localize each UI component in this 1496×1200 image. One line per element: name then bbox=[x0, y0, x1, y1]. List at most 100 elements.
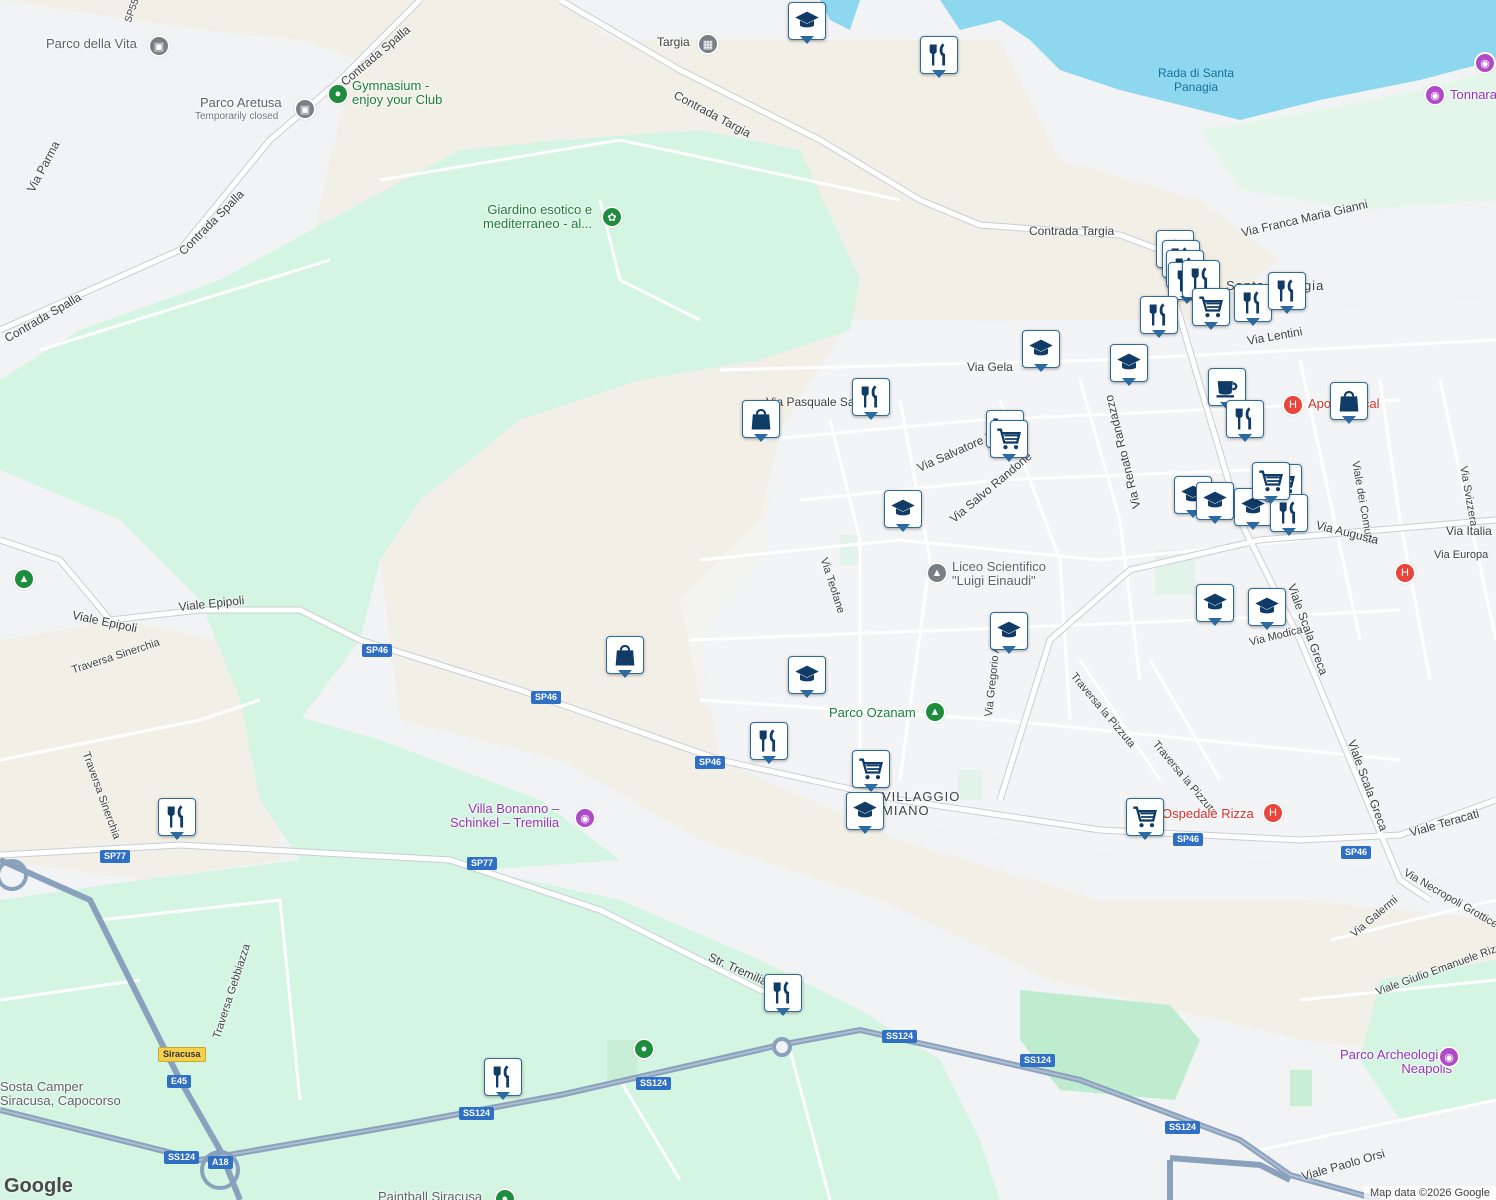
shield-sp46-e: SP46 bbox=[1341, 846, 1372, 859]
poi-hospital-east-icon[interactable]: H bbox=[1394, 562, 1416, 584]
map-marker-school[interactable] bbox=[990, 612, 1028, 656]
map-marker-school[interactable] bbox=[1248, 588, 1286, 632]
grocery-icon bbox=[1131, 803, 1159, 831]
school-icon bbox=[995, 617, 1023, 645]
map-marker-shopping[interactable] bbox=[1330, 382, 1368, 426]
restaurant-icon bbox=[1273, 277, 1301, 305]
map-marker-restaurant[interactable] bbox=[750, 722, 788, 766]
park-small-4 bbox=[1290, 1070, 1312, 1106]
map-marker-school[interactable] bbox=[1196, 482, 1234, 526]
shield-sp46-b: SP46 bbox=[531, 691, 562, 704]
school-icon bbox=[1201, 589, 1229, 617]
map-marker-restaurant[interactable] bbox=[484, 1058, 522, 1102]
map-marker-school[interactable] bbox=[1110, 344, 1148, 388]
map-canvas[interactable]: Targia Contrada Targia Contrada Targia R… bbox=[0, 0, 1496, 1200]
sign-siracusa: Siracusa bbox=[158, 1047, 206, 1062]
label-giardino-esotico: Giardino esotico e mediterraneo - al... bbox=[483, 202, 593, 231]
school-icon bbox=[793, 661, 821, 689]
school-icon bbox=[889, 495, 917, 523]
restaurant-icon bbox=[1239, 289, 1267, 317]
grocery-icon bbox=[857, 755, 885, 783]
map-marker-grocery[interactable] bbox=[1126, 798, 1164, 842]
grocery-icon bbox=[1197, 293, 1225, 321]
label-ospedale-rizza: Ospedale Rizza bbox=[1162, 806, 1254, 821]
poi-park-west-icon[interactable]: ▲ bbox=[13, 568, 35, 590]
map-attribution: Map data ©2026 Google bbox=[1363, 1186, 1496, 1200]
map-marker-grocery[interactable] bbox=[852, 750, 890, 794]
map-marker-restaurant[interactable] bbox=[1226, 400, 1264, 444]
map-marker-restaurant[interactable] bbox=[764, 974, 802, 1018]
poi-ospedale-rizza-icon[interactable]: H bbox=[1262, 802, 1284, 824]
label-gymnasium: Gymnasium - enjoy your Club bbox=[352, 78, 443, 107]
shield-sp46-d: SP46 bbox=[1173, 833, 1204, 846]
label-rada-santa-panagia: Rada di Santa Panagia bbox=[1158, 66, 1235, 94]
poi-gymnasium-icon[interactable]: ● bbox=[327, 83, 349, 105]
poi-giardino-icon[interactable]: ✿ bbox=[601, 206, 623, 228]
shield-a18: A18 bbox=[208, 1156, 233, 1169]
poi-apo-medical-icon[interactable]: H bbox=[1282, 394, 1304, 416]
label-contrada-targia-2: Contrada Targia bbox=[1029, 224, 1115, 238]
map-marker-school[interactable] bbox=[846, 792, 884, 836]
cafe-icon bbox=[1213, 373, 1241, 401]
poi-villa-bonanno-icon[interactable]: ◉ bbox=[574, 807, 596, 829]
label-parco-aretusa: Parco Aretusa bbox=[200, 95, 282, 110]
map-marker-shopping[interactable] bbox=[606, 636, 644, 680]
restaurant-icon bbox=[1231, 405, 1259, 433]
poi-liceo-icon[interactable]: ▲ bbox=[926, 562, 948, 584]
map-marker-school[interactable] bbox=[884, 490, 922, 534]
map-marker-restaurant[interactable] bbox=[1140, 296, 1178, 340]
label-via-europa: Via Europa bbox=[1434, 549, 1489, 561]
poi-parco-della-vita-icon[interactable]: ▣ bbox=[148, 35, 170, 57]
map-marker-school[interactable] bbox=[1022, 330, 1060, 374]
shopping-icon bbox=[1335, 387, 1363, 415]
restaurant-icon bbox=[925, 41, 953, 69]
shield-ss124-f: SS124 bbox=[1165, 1121, 1201, 1134]
grocery-icon bbox=[1257, 467, 1285, 495]
map-marker-school[interactable] bbox=[788, 2, 826, 46]
label-liceo-einaudi: Liceo Scientifico "Luigi Einaudi" bbox=[952, 559, 1046, 588]
poi-parco-ozanam-icon[interactable]: ▲ bbox=[924, 701, 946, 723]
poi-parco-aretusa-icon[interactable]: ▣ bbox=[294, 98, 316, 120]
map-marker-grocery[interactable] bbox=[1192, 288, 1230, 332]
label-via-gela: Via Gela bbox=[967, 360, 1013, 374]
label-parco-archeologico-neapolis: Parco Archeologico Neapolis bbox=[1340, 1047, 1453, 1076]
label-paintball-siracusa: Paintball Siracusa bbox=[378, 1189, 483, 1200]
school-icon bbox=[1115, 349, 1143, 377]
map-marker-shopping[interactable] bbox=[742, 400, 780, 444]
map-marker-restaurant[interactable] bbox=[158, 798, 196, 842]
label-tonnara: Tonnara bbox=[1450, 87, 1496, 102]
poi-tonnara-2-icon[interactable]: ◉ bbox=[1474, 52, 1496, 74]
shopping-icon bbox=[747, 405, 775, 433]
label-via-italia: Via Italia bbox=[1446, 524, 1492, 538]
school-icon bbox=[1253, 593, 1281, 621]
shield-ss124-d: SS124 bbox=[459, 1107, 495, 1120]
map-marker-restaurant[interactable] bbox=[1234, 284, 1272, 328]
poi-park-south-icon[interactable]: ● bbox=[633, 1038, 655, 1060]
poi-tonnara-icon[interactable]: ◉ bbox=[1424, 84, 1446, 106]
grocery-icon bbox=[995, 425, 1023, 453]
map-marker-school[interactable] bbox=[1196, 584, 1234, 628]
shield-sp77-a: SP77 bbox=[100, 850, 131, 863]
restaurant-icon bbox=[769, 979, 797, 1007]
poi-train-station-icon[interactable]: ▦ bbox=[697, 33, 719, 55]
shield-ss124-b: SS124 bbox=[1020, 1054, 1056, 1067]
label-villa-bonanno: Villa Bonanno – Schinkel – Tremilia bbox=[450, 801, 560, 830]
map-marker-restaurant[interactable] bbox=[920, 36, 958, 80]
school-icon bbox=[851, 797, 879, 825]
restaurant-icon bbox=[489, 1063, 517, 1091]
map-marker-restaurant[interactable] bbox=[852, 378, 890, 422]
google-logo: Google bbox=[4, 1175, 73, 1197]
label-villaggio-miano: VILLAGGIO MIANO bbox=[882, 789, 961, 818]
map-marker-grocery[interactable] bbox=[990, 420, 1028, 464]
shield-sp46-c: SP46 bbox=[695, 756, 726, 769]
map-marker-school[interactable] bbox=[788, 656, 826, 700]
label-sosta-camper: Sosta Camper Siracusa, Capocorso bbox=[0, 1079, 121, 1108]
shield-sp77-b: SP77 bbox=[467, 857, 498, 870]
roundabout-ss124 bbox=[772, 1037, 792, 1057]
map-marker-restaurant[interactable] bbox=[1268, 272, 1306, 316]
shield-e45: E45 bbox=[167, 1075, 192, 1088]
poi-parco-archeologico-icon[interactable]: ◉ bbox=[1438, 1046, 1460, 1068]
shield-ss124-a: SS124 bbox=[882, 1030, 918, 1043]
school-icon bbox=[1201, 487, 1229, 515]
map-marker-grocery[interactable] bbox=[1252, 462, 1290, 506]
